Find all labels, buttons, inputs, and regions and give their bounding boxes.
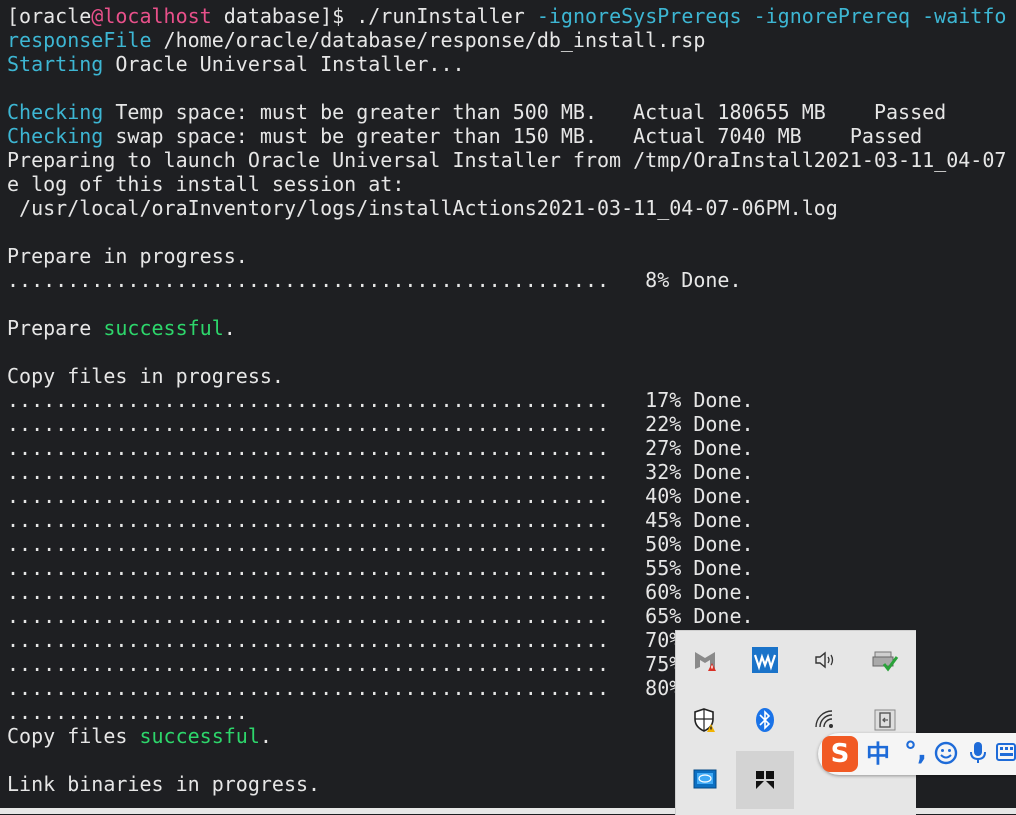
prompt-flag-response: responseFile: [7, 28, 152, 52]
starting-keyword: Starting: [7, 52, 104, 76]
prepare-success-line: Prepare successful.: [7, 316, 1016, 340]
status-successful: successful: [139, 724, 260, 748]
emoji-icon[interactable]: [934, 741, 958, 765]
copy-progress-bar: ........................................…: [7, 388, 754, 412]
copy-progress-line: Copy files in progress.: [7, 364, 284, 388]
copy-progress-bar: ........................................…: [7, 412, 754, 436]
volume-icon[interactable]: [796, 631, 854, 689]
copy-progress-bar: ........................................…: [7, 604, 754, 628]
mcafee-icon[interactable]: [676, 631, 734, 689]
prompt-response-path: /home/oracle/database/response/db_instal…: [151, 28, 706, 52]
status-successful: successful: [103, 316, 224, 340]
check-swap-line: Checking swap space: must be greater tha…: [7, 124, 1016, 148]
period: .: [259, 724, 272, 748]
prompt-host: localhost: [103, 4, 212, 28]
log-path-line: /usr/local/oraInventory/logs/installActi…: [7, 196, 838, 220]
tray-overflow-panel: [675, 630, 916, 815]
keyboard-icon[interactable]: [996, 741, 1016, 763]
copy-progress-bar: ........................................…: [7, 436, 754, 460]
copy-progress-bar: ........................................…: [7, 484, 754, 508]
copy-progress-bar: ........................................…: [7, 460, 754, 484]
prompt-line: [oracle@localhost database]$ ./runInstal…: [7, 4, 1016, 28]
copy-progress-bar: ........................................…: [7, 580, 754, 604]
checking-keyword: Checking: [7, 124, 104, 148]
prepare-progress-bar: ........................................…: [7, 268, 742, 292]
copy-files-word: Copy files: [7, 724, 128, 748]
prompt-command: database]$ ./runInstaller: [211, 4, 537, 28]
ime-punctuation-toggle[interactable]: °,: [904, 735, 927, 769]
app-black-icon[interactable]: [736, 751, 794, 809]
prepare-word: Prepare: [7, 316, 92, 340]
defender-shield-icon[interactable]: [676, 691, 734, 749]
prompt-flags: -ignoreSysPrereqs -ignorePrereq -waitfo: [536, 4, 1007, 28]
checking-keyword: Checking: [7, 100, 104, 124]
copy-progress-bar: ........................................…: [7, 532, 754, 556]
check-temp-line: Checking Temp space: must be greater tha…: [7, 100, 1016, 124]
sogou-logo-icon[interactable]: S: [822, 736, 858, 772]
log-intro-line: e log of this install session at:: [7, 172, 405, 196]
copy-progress-bar: ........................................…: [7, 508, 754, 532]
printer-ok-icon[interactable]: [856, 631, 914, 689]
starting-line: Starting Oracle Universal Installer...: [7, 52, 1016, 76]
prompt-user: [oracle: [7, 4, 92, 28]
waves-audio-icon[interactable]: [736, 631, 794, 689]
microphone-icon[interactable]: [968, 741, 988, 765]
intel-graphics-icon[interactable]: [676, 751, 734, 809]
period: .: [223, 316, 236, 340]
preparing-line: Preparing to launch Oracle Universal Ins…: [7, 148, 1007, 172]
bluetooth-icon[interactable]: [736, 691, 794, 749]
ime-language-toggle[interactable]: 中: [866, 737, 890, 771]
copy-progress-bar: ........................................…: [7, 556, 754, 580]
check-temp-text: Temp space: must be greater than 500 MB.…: [103, 100, 947, 124]
ime-toolbar[interactable]: S 中 °,: [818, 733, 1016, 775]
prompt-line-wrap: responseFile /home/oracle/database/respo…: [7, 28, 1016, 52]
check-swap-text: swap space: must be greater than 150 MB.…: [103, 124, 923, 148]
prepare-progress-line: Prepare in progress.: [7, 244, 248, 268]
prompt-at: @: [91, 4, 104, 28]
starting-text: Oracle Universal Installer...: [103, 52, 465, 76]
